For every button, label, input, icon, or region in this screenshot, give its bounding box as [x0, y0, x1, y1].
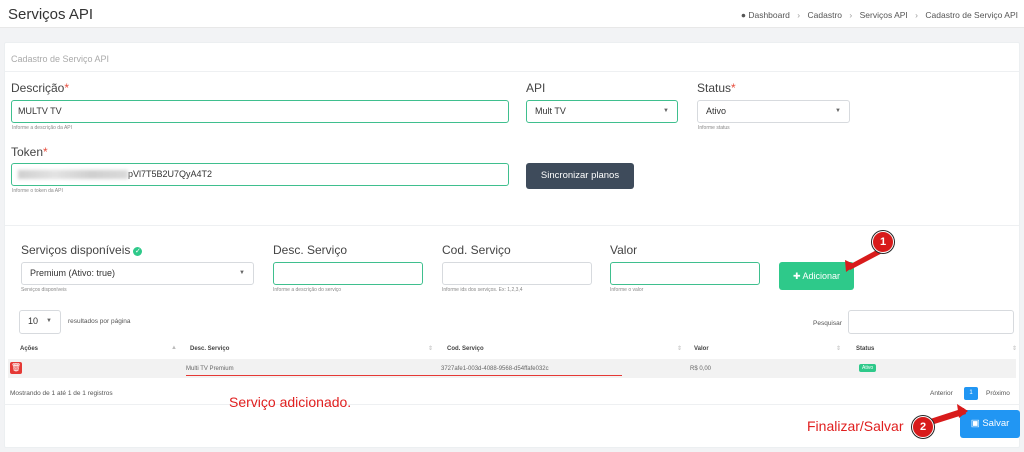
- marker-1: 1: [872, 231, 894, 253]
- annotation-arrows: [845, 246, 968, 426]
- arrow-1-head: [845, 260, 856, 272]
- marker-2: 2: [912, 416, 934, 438]
